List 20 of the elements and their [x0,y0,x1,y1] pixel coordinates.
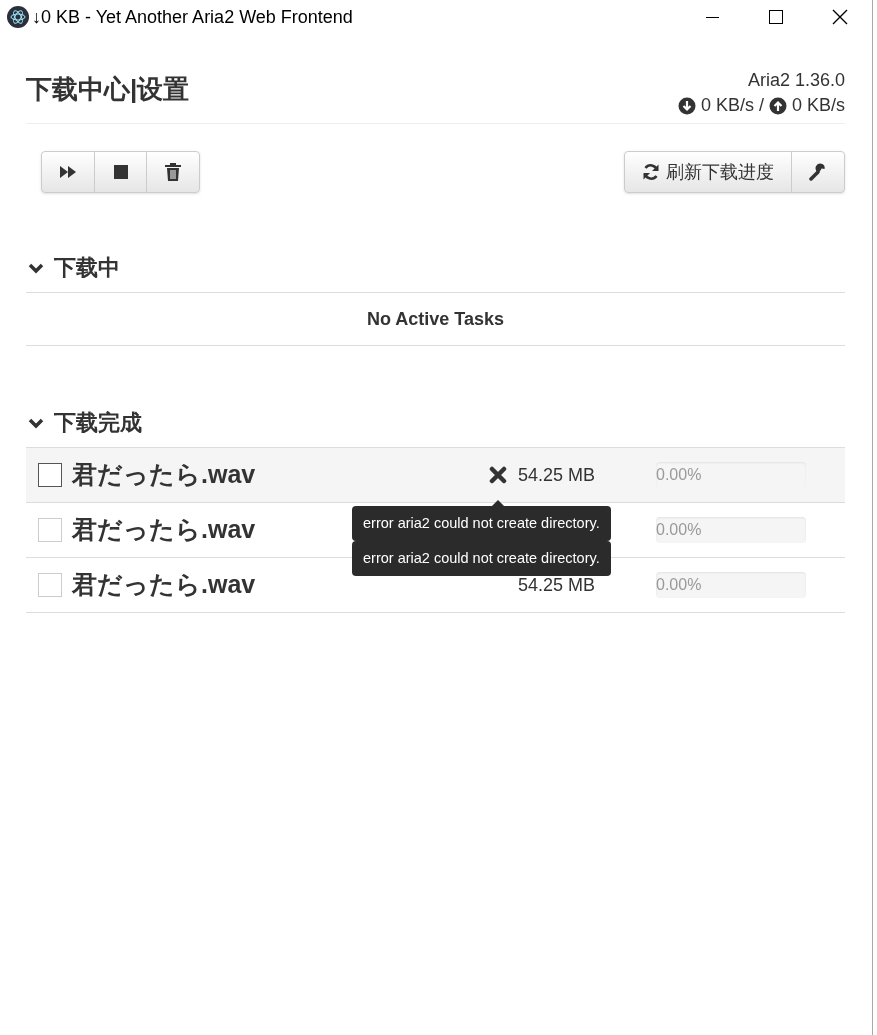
page-title: 下载中心|设置 [26,73,190,106]
refresh-button[interactable]: 刷新下载进度 [625,152,792,192]
error-tooltip: error aria2 could not create directory. [352,541,611,576]
window-title: ↓0 KB - Yet Another Aria2 Web Frontend [32,5,353,29]
speed-separator: / [758,94,764,117]
download-speed: 0 KB/s [700,94,754,117]
task-size: 54.25 MB [518,463,596,487]
task-row[interactable]: 君だったら.wav 54.25 MB 0.00% [26,448,845,503]
upload-speed: 0 KB/s [791,94,845,117]
empty-message: No Active Tasks [366,307,505,331]
task-name: 君だったら.wav [72,459,256,491]
progress-text: 0.00% [656,466,702,483]
section-title[interactable]: 下载中 [54,251,120,284]
version-text: Aria2 1.36.0 [747,69,845,92]
progress-text: 0.00% [656,576,702,593]
task-size: 54.25 MB [518,573,596,597]
section-title[interactable]: 下载完成 [54,406,142,439]
progress-text: 0.00% [656,521,702,538]
task-name: 君だったら.wav [72,514,256,546]
task-name: 君だったら.wav [72,569,256,601]
